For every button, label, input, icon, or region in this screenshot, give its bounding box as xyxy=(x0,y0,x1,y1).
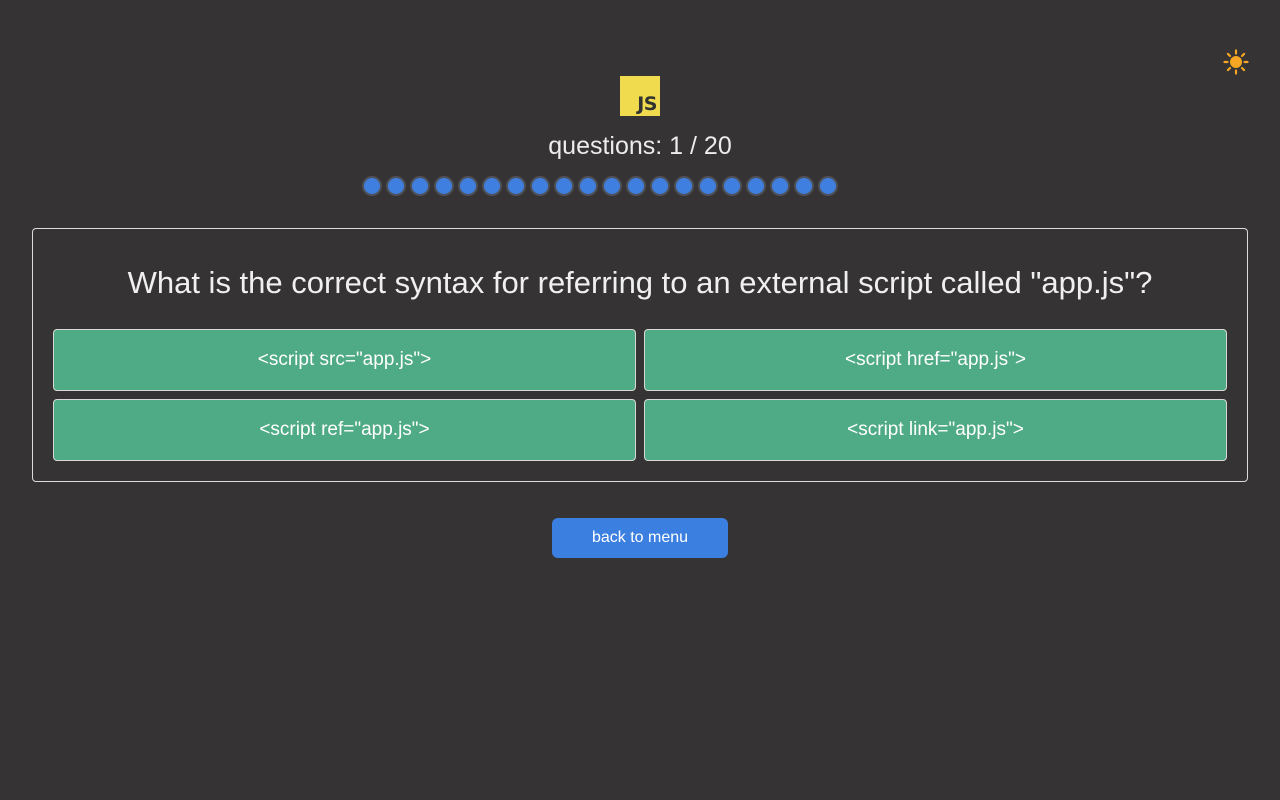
theme-toggle-button[interactable] xyxy=(1222,48,1250,80)
answer-option-4[interactable]: <script link="app.js"> xyxy=(644,399,1227,461)
progress-dot xyxy=(386,176,406,196)
progress-dot xyxy=(602,176,622,196)
progress-dot xyxy=(626,176,646,196)
progress-dot xyxy=(458,176,478,196)
progress-dot xyxy=(410,176,430,196)
progress-dot xyxy=(362,176,382,196)
progress-dot xyxy=(770,176,790,196)
answer-option-1[interactable]: <script src="app.js"> xyxy=(53,329,636,391)
progress-dot xyxy=(698,176,718,196)
logo-text: JS xyxy=(637,93,657,115)
progress-dot xyxy=(434,176,454,196)
question-card: What is the correct syntax for referring… xyxy=(32,228,1248,482)
sun-icon xyxy=(1223,48,1249,80)
answer-grid: <script src="app.js"> <script href="app.… xyxy=(53,329,1227,461)
answer-option-2[interactable]: <script href="app.js"> xyxy=(644,329,1227,391)
progress-dot xyxy=(818,176,838,196)
progress-dots xyxy=(362,176,838,196)
progress-dot xyxy=(482,176,502,196)
progress-dot xyxy=(506,176,526,196)
progress-dot xyxy=(530,176,550,196)
question-counter: questions: 1 / 20 xyxy=(548,132,732,160)
quiz-page: JS questions: 1 / 20 What is the correct… xyxy=(0,0,1280,800)
progress-dot xyxy=(746,176,766,196)
progress-dot xyxy=(554,176,574,196)
question-text: What is the correct syntax for referring… xyxy=(127,265,1153,300)
progress-dot xyxy=(578,176,598,196)
progress-dot xyxy=(794,176,814,196)
progress-dot xyxy=(650,176,670,196)
answer-option-3[interactable]: <script ref="app.js"> xyxy=(53,399,636,461)
back-to-menu-button[interactable]: back to menu xyxy=(552,518,728,558)
progress-dot xyxy=(722,176,742,196)
js-logo: JS xyxy=(620,76,660,116)
progress-dot xyxy=(674,176,694,196)
